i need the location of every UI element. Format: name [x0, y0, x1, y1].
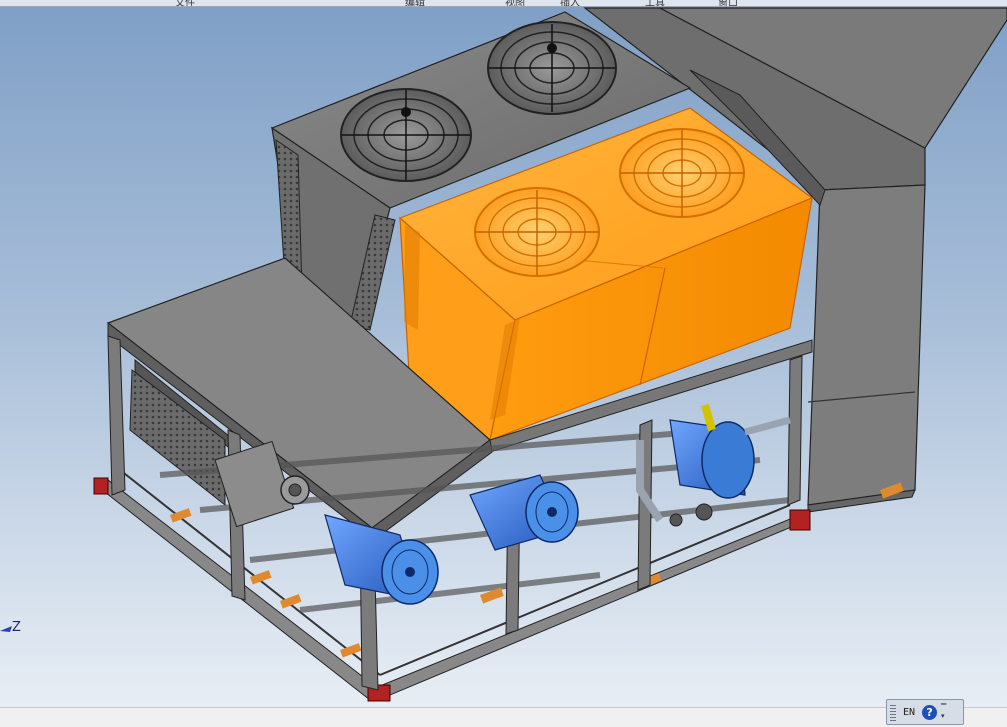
status-bar: [0, 707, 1007, 727]
chevron-down-icon[interactable]: ▔ ▾: [941, 704, 946, 720]
fan-guard-icon: [474, 187, 600, 277]
language-bar[interactable]: EN ? ▔ ▾: [886, 699, 964, 725]
question-icon[interactable]: ?: [922, 704, 938, 720]
axis-z-label: Z: [12, 620, 21, 635]
cad-model[interactable]: [0, 0, 1007, 707]
drag-handle-icon[interactable]: [890, 703, 896, 721]
language-code[interactable]: EN: [900, 707, 918, 718]
fan-guard-icon: [487, 21, 617, 115]
fan-guard-icon: [619, 128, 745, 218]
base-frame: [93, 427, 904, 702]
graphics-viewport[interactable]: 文件 编辑 视图 插入 工具 窗口 Z EN ? ▔ ▾: [0, 0, 1007, 727]
fan-guard-icon: [340, 88, 472, 182]
